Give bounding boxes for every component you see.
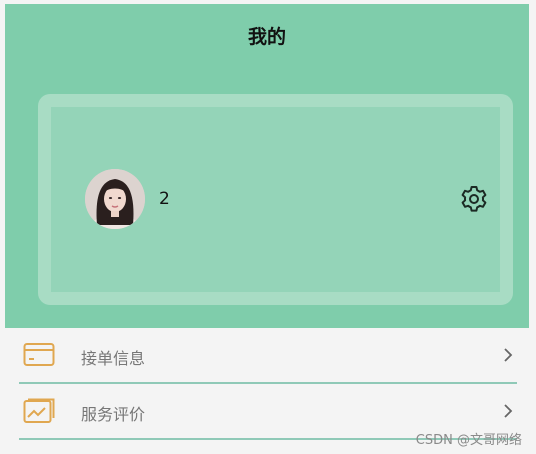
avatar[interactable] [85, 169, 145, 229]
profile-screen: 我的 2 接单信息 服务评价 CSDN @文哥网络 [0, 0, 536, 454]
profile-card: 2 [38, 94, 513, 305]
chevron-right-icon [504, 348, 513, 362]
chevron-right-icon [504, 404, 513, 418]
picture-frame-icon [23, 398, 55, 423]
avatar-image [85, 169, 145, 229]
card-icon [23, 343, 55, 366]
header: 我的 2 [5, 4, 529, 328]
watermark: CSDN @文哥网络 [415, 433, 522, 448]
menu-list: 接单信息 服务评价 [5, 328, 529, 440]
menu-item-label: 服务评价 [81, 405, 146, 424]
page-title: 我的 [247, 26, 286, 48]
profile-card-inner: 2 [51, 107, 500, 292]
menu-item-order-info[interactable]: 接单信息 [5, 328, 529, 382]
menu-item-label: 接单信息 [81, 349, 146, 368]
username: 2 [159, 189, 170, 209]
settings-gear-icon[interactable] [459, 184, 489, 214]
